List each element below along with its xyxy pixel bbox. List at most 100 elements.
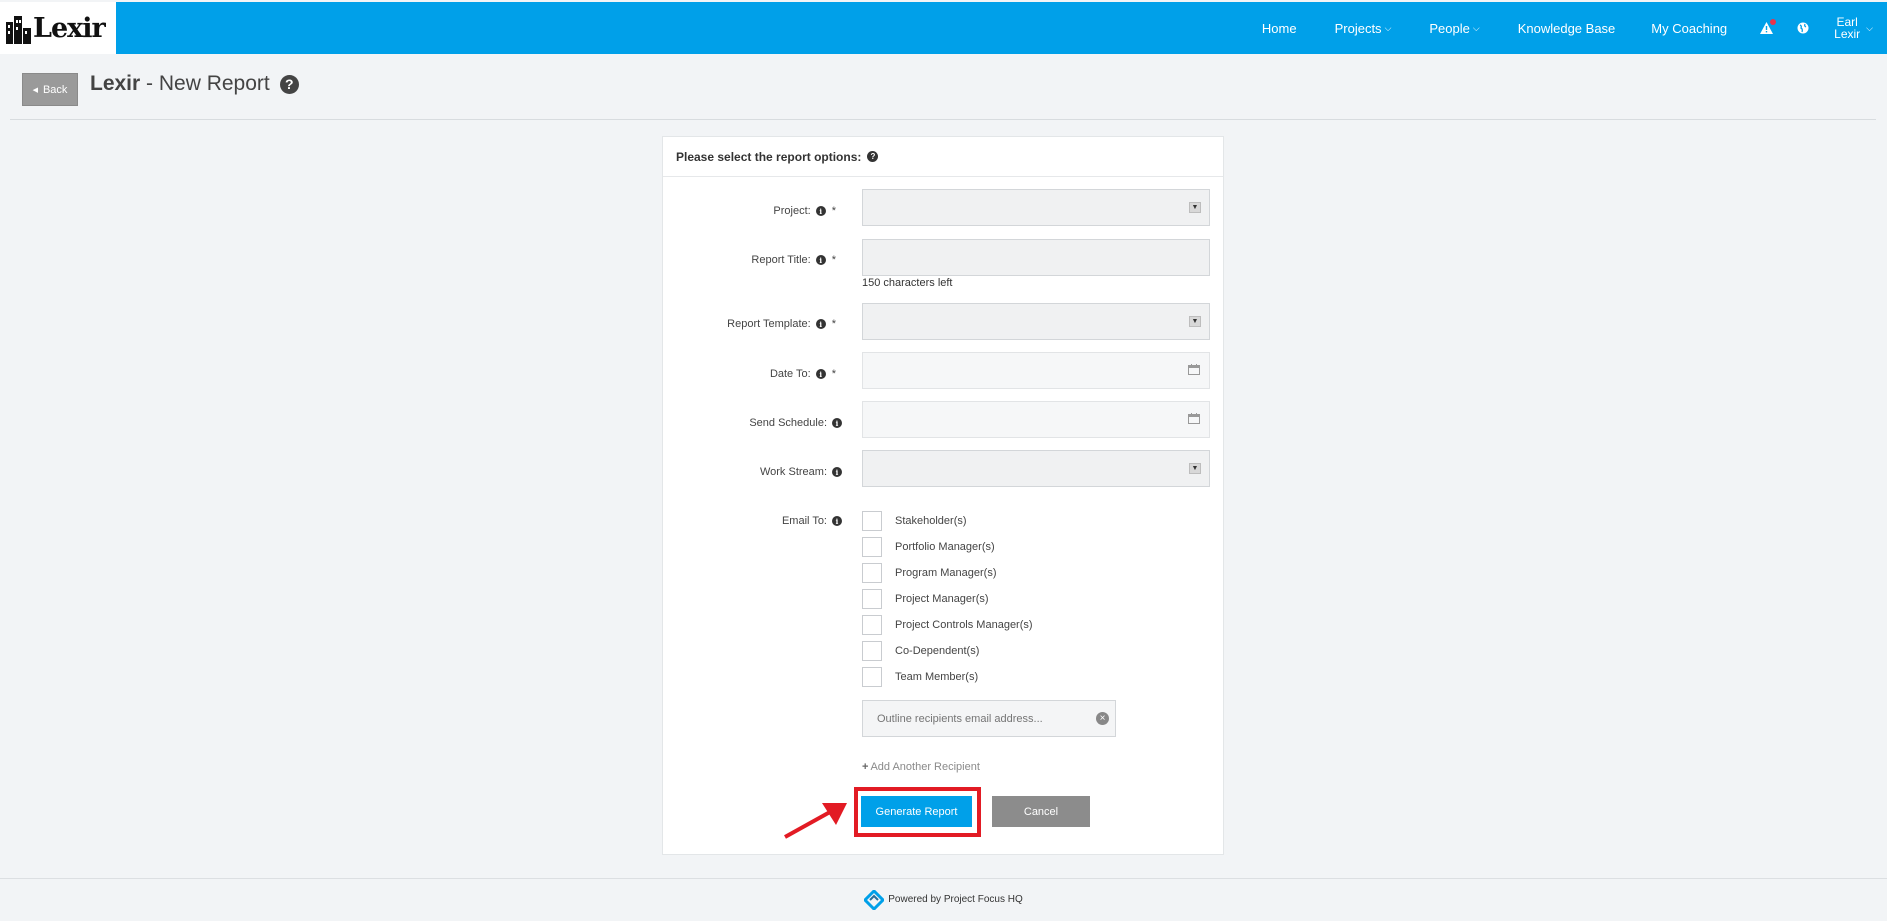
info-icon[interactable]: i: [832, 516, 842, 526]
panel-heading-text: Please select the report options:: [676, 149, 862, 164]
nav-my-coaching[interactable]: My Coaching: [1651, 21, 1727, 36]
generate-report-button[interactable]: Generate Report: [861, 796, 972, 827]
question-circle-icon[interactable]: ?: [279, 74, 299, 94]
report-template-label-text: Report Template:: [727, 318, 811, 330]
alert-icon[interactable]: [1760, 19, 1777, 34]
report-title-label-text: Report Title:: [751, 254, 811, 266]
add-recipient-label: Add Another Recipient: [870, 761, 980, 773]
work-stream-label: Work Stream: i: [760, 466, 842, 478]
building-logo-icon: [6, 12, 32, 44]
add-recipient-link[interactable]: + Add Another Recipient: [862, 761, 980, 773]
info-icon[interactable]: i: [815, 369, 826, 379]
send-schedule-label: Send Schedule: i: [749, 417, 842, 429]
project-label-text: Project:: [773, 205, 811, 217]
chevron-down-icon: ⌵: [1866, 23, 1873, 33]
date-to-input[interactable]: [862, 352, 1210, 389]
recipient-option[interactable]: Program Manager(s): [862, 563, 996, 583]
nav-people-label: People: [1429, 20, 1470, 36]
app-logo[interactable]: Lexir: [0, 2, 116, 54]
team-members-checkbox[interactable]: [862, 667, 882, 687]
globe-icon[interactable]: [1797, 22, 1809, 34]
checkbox-label: Project Manager(s): [895, 593, 989, 605]
red-arrow-icon: [784, 803, 847, 839]
dropdown-arrow-icon: ▼: [1189, 202, 1201, 213]
info-icon[interactable]: i: [815, 319, 826, 329]
co-dependents-checkbox[interactable]: [862, 641, 882, 661]
recipient-option[interactable]: Co-Dependent(s): [862, 641, 979, 661]
checkbox-label: Team Member(s): [895, 671, 979, 683]
dropdown-arrow-icon: ▼: [1189, 316, 1201, 327]
info-icon[interactable]: i: [815, 255, 826, 265]
send-schedule-label-text: Send Schedule:: [749, 417, 827, 429]
project-managers-checkbox[interactable]: [862, 589, 882, 609]
program-managers-checkbox[interactable]: [862, 563, 882, 583]
back-button-label: Back: [42, 83, 68, 96]
footer: Powered by Project Focus HQ: [0, 878, 1887, 920]
user-menu[interactable]: Earl Lexir ⌵: [1834, 16, 1873, 40]
portfolio-managers-checkbox[interactable]: [862, 537, 882, 557]
page-title: Lexir - New Report ?: [90, 72, 299, 96]
report-title-label: Report Title: i *: [751, 254, 836, 266]
back-button[interactable]: ◀ Back: [22, 73, 78, 106]
info-icon[interactable]: i: [832, 467, 842, 477]
date-to-label: Date To: i *: [770, 368, 836, 380]
nav-projects-label: Projects: [1334, 20, 1382, 36]
calendar-icon[interactable]: [1188, 413, 1200, 424]
report-title-input[interactable]: [862, 239, 1210, 276]
logo-wordmark: Lexir: [33, 12, 106, 44]
info-icon[interactable]: i: [815, 206, 826, 216]
characters-left-counter: 150 characters left: [862, 277, 953, 289]
header-divider: [10, 119, 1876, 120]
dropdown-arrow-icon: ▼: [1189, 463, 1201, 474]
panel-heading: Please select the report options: ?: [663, 137, 1223, 177]
info-icon[interactable]: i: [832, 418, 842, 428]
checkbox-label: Program Manager(s): [895, 567, 997, 579]
report-template-label: Report Template: i *: [727, 318, 836, 330]
stakeholders-checkbox[interactable]: [862, 511, 882, 531]
send-schedule-input[interactable]: [862, 401, 1210, 438]
chevron-down-icon: ⌵: [1384, 22, 1392, 33]
checkbox-label: Co-Dependent(s): [895, 645, 980, 657]
notification-dot: [1770, 19, 1777, 25]
nav-home[interactable]: Home: [1262, 21, 1297, 36]
required-marker: *: [831, 318, 836, 330]
project-select[interactable]: ▼: [862, 189, 1210, 226]
recipient-option[interactable]: Team Member(s): [862, 667, 978, 687]
project-focus-logo-icon: [864, 889, 885, 910]
report-template-select[interactable]: ▼: [862, 303, 1210, 340]
user-name: Earl Lexir: [1834, 16, 1860, 40]
email-to-label: Email To: i: [782, 515, 842, 527]
date-to-label-text: Date To:: [769, 368, 811, 380]
checkbox-label: Stakeholder(s): [895, 515, 967, 527]
required-marker: *: [831, 368, 836, 380]
powered-by-text[interactable]: Powered by Project Focus HQ: [888, 894, 1023, 905]
project-label: Project: i *: [773, 205, 836, 217]
chevron-down-icon: ⌵: [1472, 22, 1480, 33]
recipient-option[interactable]: Project Manager(s): [862, 589, 989, 609]
required-marker: *: [831, 205, 836, 217]
report-options-panel: Please select the report options: ? Proj…: [662, 136, 1224, 855]
required-marker: *: [831, 254, 836, 266]
caret-left-icon: ◀: [32, 86, 38, 94]
work-stream-select[interactable]: ▼: [862, 450, 1210, 487]
checkbox-label: Project Controls Manager(s): [895, 619, 1033, 631]
recipient-email-input[interactable]: [862, 700, 1116, 737]
plus-icon: +: [862, 761, 869, 773]
project-controls-managers-checkbox[interactable]: [862, 615, 882, 635]
nav-knowledge-base[interactable]: Knowledge Base: [1518, 21, 1616, 36]
checkbox-label: Portfolio Manager(s): [895, 541, 995, 553]
page-title-brand: Lexir: [90, 72, 141, 95]
recipient-option[interactable]: Project Controls Manager(s): [862, 615, 1033, 635]
clear-circle-icon[interactable]: ×: [1096, 712, 1109, 725]
calendar-icon[interactable]: [1188, 364, 1200, 375]
question-circle-icon[interactable]: ?: [867, 151, 879, 162]
nav-projects[interactable]: Projects ⌵: [1335, 21, 1392, 36]
user-last-name: Lexir: [1834, 27, 1861, 41]
recipient-option[interactable]: Stakeholder(s): [862, 511, 967, 531]
cancel-button[interactable]: Cancel: [992, 796, 1090, 827]
page-title-text: - New Report: [140, 72, 270, 95]
top-navbar: Lexir Home Projects ⌵ People ⌵ Knowledge…: [0, 2, 1887, 54]
nav-people[interactable]: People ⌵: [1429, 21, 1479, 36]
email-to-label-text: Email To:: [781, 515, 827, 527]
recipient-option[interactable]: Portfolio Manager(s): [862, 537, 995, 557]
